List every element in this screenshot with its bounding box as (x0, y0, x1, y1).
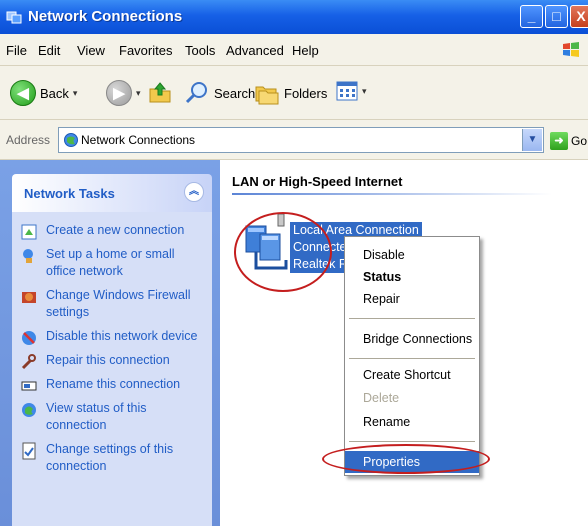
back-arrow-icon: ◀ (10, 80, 36, 106)
network-tasks-header[interactable]: Network Tasks ︽ (12, 174, 212, 212)
new-connection-icon (21, 224, 37, 240)
menu-bar: File Edit View Favorites Tools Advanced … (0, 34, 588, 66)
maximize-button[interactable]: □ (545, 5, 568, 28)
context-menu: Disable Status Repair Bridge Connections… (344, 236, 480, 476)
window-title: Network Connections (28, 8, 183, 25)
task-repair-connection[interactable]: Repair this connection (20, 352, 206, 371)
menu-separator (349, 318, 475, 319)
folders-button[interactable]: Folders (254, 80, 327, 106)
menu-rename[interactable]: Rename (345, 411, 479, 433)
menu-advanced[interactable]: Advanced (226, 43, 284, 58)
menu-tools[interactable]: Tools (185, 43, 215, 58)
menu-separator (349, 358, 475, 359)
address-bar: Address Network Connections ▼ ➜ Go (0, 120, 588, 160)
network-tasks-panel: Network Tasks ︽ Create a new connection … (12, 174, 212, 526)
forward-dropdown-icon[interactable]: ▾ (136, 88, 141, 99)
menu-repair[interactable]: Repair (345, 288, 479, 310)
network-tasks-list: Create a new connection Set up a home or… (12, 212, 212, 526)
home-network-icon (23, 249, 33, 263)
task-change-settings[interactable]: Change settings of this connection (20, 441, 206, 475)
address-label: Address (6, 133, 51, 147)
network-connections-icon (6, 11, 22, 24)
menu-file[interactable]: File (6, 43, 27, 58)
address-value: Network Connections (81, 133, 196, 147)
address-input[interactable]: Network Connections ▼ (58, 127, 544, 153)
task-rename-connection[interactable]: Rename this connection (20, 376, 206, 395)
menu-view[interactable]: View (77, 43, 105, 58)
task-home-network[interactable]: Set up a home or small office network (20, 246, 206, 280)
menu-favorites[interactable]: Favorites (119, 43, 172, 58)
menu-separator (349, 441, 475, 442)
back-dropdown-icon[interactable]: ▾ (73, 88, 78, 99)
view-status-icon (22, 403, 36, 417)
task-pane: Network Tasks ︽ Create a new connection … (0, 160, 220, 526)
back-label: Back (40, 85, 69, 101)
forward-arrow-icon: ▶ (106, 80, 132, 106)
forward-button[interactable]: ▶ ▾ (106, 80, 141, 106)
toolbar: ◀ Back ▾ ▶ ▾ Search Folders ▾ (0, 66, 588, 120)
repair-wrench-icon (21, 354, 36, 370)
close-button[interactable]: X (570, 5, 588, 28)
collapse-chevron-icon[interactable]: ︽ (184, 182, 204, 202)
title-bar: Network Connections _ □ X (0, 0, 588, 34)
go-button[interactable]: ➜ Go (550, 132, 587, 150)
go-arrow-icon: ➜ (550, 132, 568, 150)
minimize-button[interactable]: _ (520, 5, 543, 28)
back-button[interactable]: ◀ Back ▾ (10, 80, 77, 106)
menu-bridge-connections[interactable]: Bridge Connections (345, 328, 479, 350)
search-icon (185, 82, 207, 104)
network-globe-icon (64, 133, 78, 147)
folders-icon (255, 86, 279, 105)
menu-disable[interactable]: Disable (345, 244, 479, 266)
folders-label: Folders (284, 85, 328, 101)
menu-edit[interactable]: Edit (38, 43, 60, 58)
menu-delete: Delete (363, 391, 400, 405)
up-folder-icon[interactable] (148, 81, 172, 105)
task-disable-device[interactable]: Disable this network device (20, 328, 206, 347)
task-windows-firewall[interactable]: Change Windows Firewall settings (20, 287, 206, 321)
address-dropdown-icon[interactable]: ▼ (522, 129, 542, 151)
firewall-icon (22, 292, 36, 303)
task-create-connection[interactable]: Create a new connection (20, 222, 206, 241)
search-label: Search (214, 85, 256, 101)
disable-device-icon (22, 331, 36, 345)
menu-help[interactable]: Help (292, 43, 319, 58)
menu-status[interactable]: Status (345, 266, 479, 288)
network-tasks-title: Network Tasks (24, 186, 115, 201)
group-divider (232, 193, 552, 195)
menu-properties[interactable]: Properties (345, 451, 479, 473)
settings-document-icon (22, 442, 36, 460)
go-label: Go (571, 134, 588, 148)
rename-icon (21, 381, 37, 391)
views-button[interactable]: ▾ (336, 80, 367, 102)
group-heading: LAN or High-Speed Internet (232, 174, 403, 189)
search-button[interactable]: Search (184, 80, 255, 106)
menu-create-shortcut[interactable]: Create Shortcut (345, 364, 479, 386)
task-view-status[interactable]: View status of this connection (20, 400, 206, 434)
views-dropdown-icon: ▾ (362, 85, 367, 96)
views-icon (336, 81, 358, 101)
windows-logo-icon (563, 42, 579, 57)
